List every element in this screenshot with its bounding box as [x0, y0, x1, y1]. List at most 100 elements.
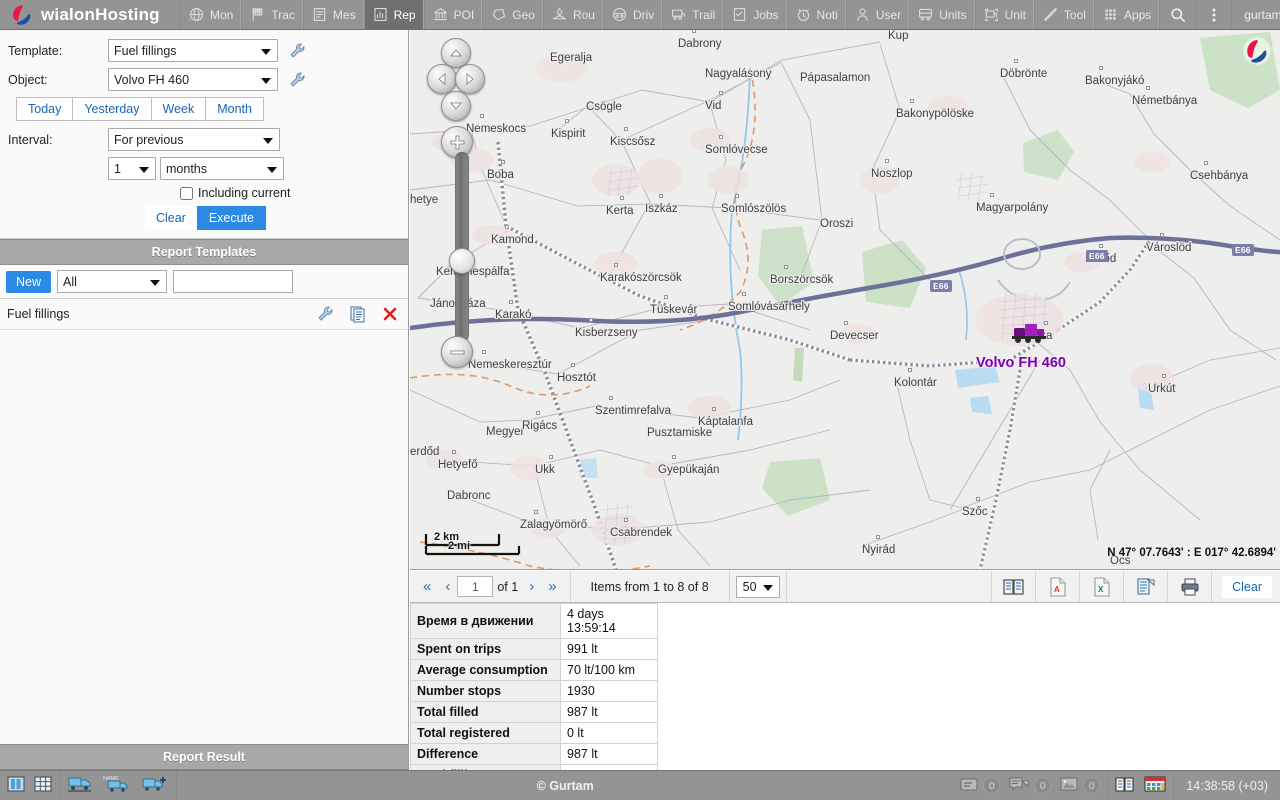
map-place-dot — [620, 196, 624, 200]
nav-tab-trailers[interactable]: Trail — [662, 0, 724, 29]
pan-right-icon[interactable] — [455, 64, 485, 94]
unit-add-icon[interactable] — [141, 775, 169, 796]
app-logo[interactable]: wialonHosting — [0, 0, 180, 29]
search-icon[interactable] — [1159, 0, 1195, 29]
flag-icon — [249, 6, 266, 23]
calendar-icon[interactable] — [1144, 775, 1166, 796]
html-export-icon[interactable] — [1124, 571, 1169, 602]
counter-group[interactable]: 0 — [1009, 777, 1052, 795]
image-small-icon — [1060, 777, 1078, 794]
nav-tab-label: Units — [939, 7, 967, 22]
object-select[interactable]: Volvo FH 460 — [108, 68, 278, 91]
map-place-dot — [784, 265, 788, 269]
clear-button[interactable]: Clear — [144, 206, 197, 230]
delete-x-icon[interactable] — [380, 304, 400, 324]
quick-interval-week[interactable]: Week — [150, 97, 206, 121]
wrench-icon[interactable] — [316, 304, 336, 324]
excel-export-icon[interactable]: X — [1080, 571, 1125, 602]
table-cell-key: Difference — [410, 743, 561, 765]
nav-tab-tracks[interactable]: Trac — [241, 0, 303, 29]
nav-tab-label: Noti — [816, 7, 838, 22]
nav-tab-label: Jobs — [753, 7, 779, 22]
including-current-label: Including current — [198, 186, 291, 200]
nav-tab-geofences[interactable]: Geo — [482, 0, 543, 29]
nav-tab-units[interactable]: Units — [909, 0, 975, 29]
pan-down-icon[interactable] — [441, 91, 471, 121]
table-cell-key: Время в движении — [410, 603, 561, 639]
nav-tab-users[interactable]: User — [845, 0, 910, 29]
book-view-icon[interactable] — [1115, 776, 1135, 796]
templates-toolbar: New All — [0, 265, 408, 299]
pdf-export-icon[interactable]: A — [1036, 571, 1081, 602]
unit-marker-icon[interactable] — [1012, 322, 1046, 347]
map-place-dot — [624, 518, 628, 522]
kebab-menu-icon[interactable] — [1195, 0, 1231, 29]
zoom-slider-track[interactable] — [449, 152, 475, 342]
page-first-icon[interactable]: « — [416, 579, 438, 594]
wialon-logo-icon — [10, 3, 34, 27]
trailer-icon — [670, 6, 687, 23]
map-canvas[interactable]: Dabrony Egeralja Nagyalásony Pápasalamon Kup… — [410, 30, 1280, 570]
pan-left-icon[interactable] — [427, 64, 457, 94]
template-search-input[interactable] — [173, 270, 294, 293]
map-place-dot — [885, 159, 889, 163]
interval-count-select[interactable]: 1 — [108, 157, 156, 180]
counter-group[interactable]: 0 — [1060, 777, 1101, 794]
user-menu[interactable]: gurtam — [1231, 0, 1280, 29]
template-row[interactable]: Fuel fillings — [0, 299, 408, 330]
page-prev-icon[interactable]: ‹ — [438, 579, 457, 594]
zoom-slider-handle[interactable] — [449, 248, 475, 274]
map-place-dot — [712, 407, 716, 411]
table-row: Difference 987 lt — [410, 743, 658, 765]
map-place-dot — [659, 194, 663, 198]
quick-interval-today[interactable]: Today — [16, 97, 73, 121]
nav-tab-notifications[interactable]: Noti — [786, 0, 846, 29]
nav-tab-unitgroups[interactable]: Unit — [974, 0, 1034, 29]
new-template-button[interactable]: New — [6, 270, 52, 293]
zoom-out-icon[interactable] — [441, 336, 473, 368]
unit-icon[interactable] — [67, 775, 93, 796]
page-next-icon[interactable]: › — [522, 579, 541, 594]
template-filter-select[interactable]: All — [57, 270, 168, 293]
counter-value: 0 — [1034, 777, 1052, 794]
clear-report-button[interactable]: Clear — [1222, 575, 1272, 598]
quick-interval-buttons: Today Yesterday Week Month — [16, 97, 400, 121]
quick-interval-yesterday[interactable]: Yesterday — [72, 97, 151, 121]
grid-layout-icon[interactable] — [34, 775, 52, 796]
object-settings-icon[interactable] — [288, 70, 308, 90]
nav-tab-drivers[interactable]: Driv — [602, 0, 663, 29]
quick-interval-month[interactable]: Month — [205, 97, 264, 121]
nav-tab-jobs[interactable]: Jobs — [723, 0, 787, 29]
nav-tab-routes[interactable]: Rou — [542, 0, 603, 29]
nav-tab-reports[interactable]: Rep — [363, 0, 424, 29]
counter-group[interactable]: 0 — [960, 777, 1001, 794]
table-cell-value: 987 lt — [560, 701, 658, 723]
copy-icon[interactable] — [348, 304, 368, 324]
table-cell-value: 1930 — [560, 680, 658, 702]
page-number-input[interactable] — [457, 576, 494, 597]
page-size-section: 50 — [730, 571, 787, 602]
execute-button[interactable]: Execute — [196, 206, 266, 230]
interval-select[interactable]: For previous — [108, 128, 280, 151]
page-size-select[interactable]: 50 — [735, 575, 780, 598]
panel-layout-icon[interactable] — [7, 775, 25, 796]
template-settings-icon[interactable] — [288, 41, 308, 61]
counter-value: 0 — [983, 777, 1001, 794]
nav-tab-monitoring[interactable]: Mon — [180, 0, 242, 29]
including-current-row: Including current — [180, 186, 400, 200]
unit-name-icon[interactable]: NAME — [102, 774, 132, 797]
nav-tab-poi[interactable]: POI — [423, 0, 483, 29]
table-cell-value: 987 lt — [560, 743, 658, 765]
report-parameters-form: Template: Fuel fillings Object: Volvo FH… — [0, 30, 408, 239]
print-icon[interactable] — [1168, 571, 1213, 602]
nav-tab-tools[interactable]: Tool — [1033, 0, 1094, 29]
map-place-dot — [1162, 374, 1166, 378]
nav-tab-messages[interactable]: Mes — [302, 0, 364, 29]
message-icon — [311, 6, 328, 23]
interval-unit-select[interactable]: months — [160, 157, 284, 180]
template-select[interactable]: Fuel fillings — [108, 39, 278, 62]
including-current-checkbox[interactable] — [180, 186, 193, 200]
page-last-icon[interactable]: » — [541, 579, 563, 594]
book-view-icon[interactable] — [992, 571, 1037, 602]
nav-tab-apps[interactable]: Apps — [1093, 0, 1160, 29]
